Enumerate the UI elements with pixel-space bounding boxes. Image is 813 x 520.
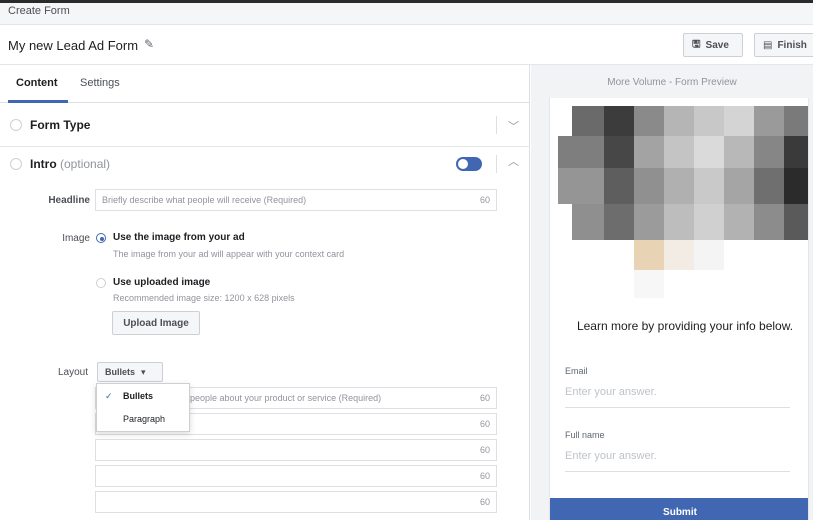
divider: [496, 155, 497, 173]
intro-status-radio: [10, 158, 22, 170]
preview-email-placeholder: Enter your answer.: [565, 386, 657, 398]
preview-title: More Volume - Form Preview: [607, 77, 737, 88]
headline-char-count: 60: [479, 195, 490, 205]
layout-option-paragraph[interactable]: Paragraph: [97, 408, 189, 430]
bullet-char-count: 60: [479, 419, 490, 429]
caret-down-icon: ▾: [141, 366, 146, 377]
uploaded-image-radio[interactable]: [96, 278, 106, 288]
headline-placeholder: Briefly describe what people will receiv…: [102, 195, 307, 205]
preview-ad-image: [558, 98, 808, 298]
window-title: Create Form: [8, 5, 70, 17]
save-button[interactable]: 🖫 Save: [683, 33, 743, 57]
intro-title[interactable]: Intro (optional): [30, 157, 110, 171]
preview-fullname-input[interactable]: Enter your answer.: [565, 446, 790, 472]
headline-label: Headline: [48, 195, 90, 206]
headline-input[interactable]: Briefly describe what people will receiv…: [95, 189, 497, 211]
section-divider: [0, 146, 530, 147]
tab-content[interactable]: Content: [16, 77, 58, 89]
preview-fullname-placeholder: Enter your answer.: [565, 450, 657, 462]
form-type-status-radio: [10, 119, 22, 131]
bullet-char-count: 60: [479, 445, 490, 455]
active-tab-indicator: [8, 100, 68, 103]
image-from-ad-radio[interactable]: [96, 233, 106, 243]
pencil-icon[interactable]: ✎: [144, 37, 154, 51]
bullet-input-5[interactable]: 60: [95, 491, 497, 513]
divider: [496, 116, 497, 134]
chevron-up-icon[interactable]: ︿: [508, 153, 519, 169]
bullet-char-count: 60: [479, 497, 490, 507]
bullet-input-4[interactable]: 60: [95, 465, 497, 487]
save-icon: 🖫: [692, 38, 701, 50]
intro-toggle[interactable]: [456, 157, 482, 171]
checkmark-icon: ✓: [105, 391, 113, 401]
layout-option-label: Bullets: [123, 391, 154, 401]
window-titlebar: Create Form: [0, 3, 813, 25]
preview-fullname-label: Full name: [565, 430, 605, 440]
layout-option-bullets[interactable]: ✓ Bullets: [97, 385, 189, 407]
layout-option-label: Paragraph: [123, 414, 166, 424]
upload-image-button[interactable]: Upload Image: [112, 311, 200, 335]
preview-submit-button[interactable]: Submit: [550, 498, 808, 520]
preview-email-input[interactable]: Enter your answer.: [565, 382, 790, 408]
bullet-input-3[interactable]: 60: [95, 439, 497, 461]
bullet-char-count: 60: [479, 393, 490, 403]
tab-settings[interactable]: Settings: [80, 77, 120, 89]
preview-learn-more-text: Learn more by providing your info below.: [576, 319, 794, 333]
uploaded-image-title[interactable]: Use uploaded image: [113, 277, 210, 288]
layout-select[interactable]: Bullets ▾: [97, 362, 163, 382]
bullet-placeholder: people about your product or service (Re…: [190, 393, 382, 403]
editor-tabs: Content Settings: [0, 65, 530, 103]
form-name[interactable]: My new Lead Ad Form: [8, 38, 138, 53]
preview-phone: Learn more by providing your info below.…: [549, 98, 809, 520]
form-type-title[interactable]: Form Type: [30, 118, 90, 132]
bullet-char-count: 60: [479, 471, 490, 481]
save-button-label: Save: [705, 39, 729, 51]
image-from-ad-title[interactable]: Use the image from your ad: [113, 232, 245, 243]
image-from-ad-subtitle: The image from your ad will appear with …: [113, 249, 345, 259]
intro-title-text: Intro: [30, 157, 57, 171]
finish-button[interactable]: ▤ Finish: [754, 33, 813, 57]
form-preview-panel: More Volume - Form Preview Learn more by…: [531, 65, 813, 520]
uploaded-image-subtitle: Recommended image size: 1200 x 628 pixel…: [113, 293, 295, 303]
intro-optional-label: (optional): [60, 157, 111, 171]
chevron-down-icon[interactable]: ﹀: [508, 118, 519, 134]
layout-selected-value: Bullets: [105, 367, 136, 377]
finish-button-label: Finish: [777, 39, 807, 51]
image-label: Image: [62, 233, 90, 244]
finish-icon: ▤: [763, 39, 773, 51]
preview-email-label: Email: [565, 366, 588, 376]
layout-dropdown-menu: ✓ Bullets Paragraph: [96, 383, 190, 432]
layout-label: Layout: [57, 367, 88, 378]
form-header: My new Lead Ad Form ✎ 🖫 Save ▤ Finish: [0, 25, 813, 65]
